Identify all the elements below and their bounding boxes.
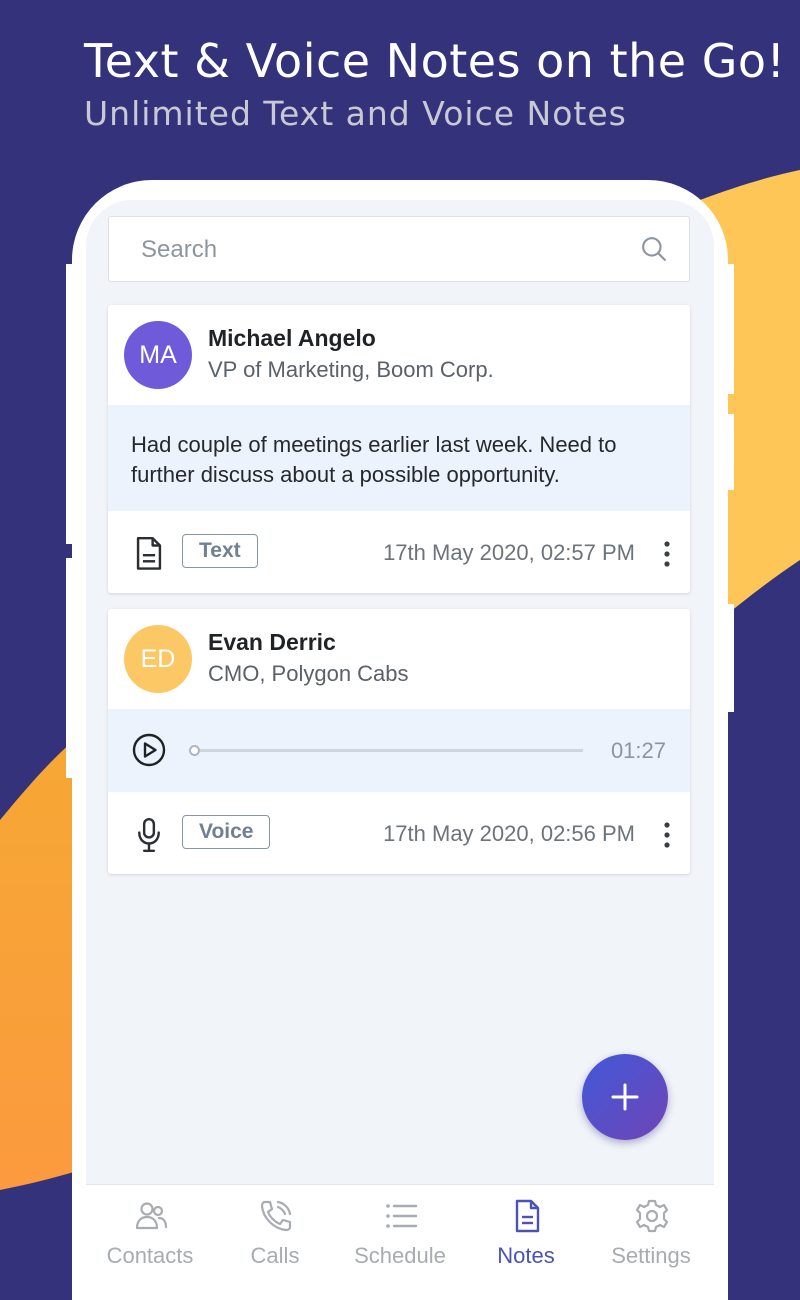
audio-progress-track[interactable] [193, 749, 583, 752]
app-screen: MA Michael Angelo VP of Marketing, Boom … [86, 200, 714, 1278]
nav-item-notes[interactable]: Notes [466, 1185, 586, 1278]
nav-label: Notes [497, 1243, 555, 1268]
nav-label: Contacts [106, 1243, 194, 1268]
list-icon [386, 1204, 418, 1228]
plus-icon [611, 1083, 639, 1111]
add-note-button[interactable] [582, 1054, 668, 1140]
audio-player: 01:27 [108, 709, 690, 792]
audio-progress-handle[interactable] [189, 745, 200, 756]
more-options-icon[interactable] [662, 821, 672, 849]
contact-name: Michael Angelo [208, 325, 376, 351]
contact-role: CMO, Polygon Cabs [208, 661, 409, 686]
note-card-footer: Voice 17th May 2020, 02:56 PM [108, 792, 690, 874]
promo-headline: Text & Voice Notes on the Go! [84, 34, 786, 88]
microphone-icon [138, 818, 160, 852]
avatar: ED [124, 625, 192, 693]
note-type-badge: Voice [182, 815, 271, 849]
note-type-badge: Text [182, 534, 258, 568]
nav-label: Settings [611, 1243, 691, 1268]
note-card-header: ED Evan Derric CMO, Polygon Cabs [108, 609, 690, 709]
phone-call-icon [260, 1200, 292, 1232]
phone-side-button [726, 414, 734, 490]
play-icon[interactable] [132, 733, 166, 767]
nav-label: Schedule [354, 1243, 446, 1268]
nav-item-contacts[interactable]: Contacts [90, 1185, 210, 1278]
bottom-navigation: Contacts Calls Schedule Notes Settings [86, 1184, 714, 1278]
note-card-header: MA Michael Angelo VP of Marketing, Boom … [108, 305, 690, 405]
nav-item-schedule[interactable]: Schedule [340, 1185, 460, 1278]
nav-item-settings[interactable]: Settings [591, 1185, 711, 1278]
more-options-icon[interactable] [662, 540, 672, 568]
notes-icon [515, 1199, 540, 1233]
note-card[interactable]: ED Evan Derric CMO, Polygon Cabs 01:27 V… [108, 609, 690, 874]
avatar-initials: ED [140, 644, 176, 673]
phone-side-button [726, 604, 734, 712]
phone-side-button [726, 264, 734, 394]
contact-role: VP of Marketing, Boom Corp. [208, 357, 494, 382]
note-card[interactable]: MA Michael Angelo VP of Marketing, Boom … [108, 305, 690, 593]
avatar: MA [124, 321, 192, 389]
search-input[interactable] [139, 217, 623, 283]
nav-item-calls[interactable]: Calls [215, 1185, 335, 1278]
contacts-icon [135, 1202, 168, 1230]
note-date: 17th May 2020, 02:57 PM [383, 540, 635, 565]
document-icon [136, 537, 162, 570]
avatar-initials: MA [139, 340, 177, 369]
note-card-footer: Text 17th May 2020, 02:57 PM [108, 511, 690, 593]
phone-side-button [66, 264, 74, 544]
contact-name: Evan Derric [208, 629, 336, 655]
nav-label: Calls [250, 1243, 300, 1268]
note-text: Had couple of meetings earlier last week… [108, 405, 690, 511]
gear-icon [635, 1199, 669, 1233]
phone-side-button [66, 558, 74, 778]
promo-subheadline: Unlimited Text and Voice Notes [84, 94, 627, 133]
audio-duration: 01:27 [610, 738, 666, 763]
note-date: 17th May 2020, 02:56 PM [383, 821, 635, 846]
orange-swoosh [0, 735, 80, 1190]
search-bar [108, 216, 690, 283]
search-icon[interactable] [641, 236, 667, 262]
